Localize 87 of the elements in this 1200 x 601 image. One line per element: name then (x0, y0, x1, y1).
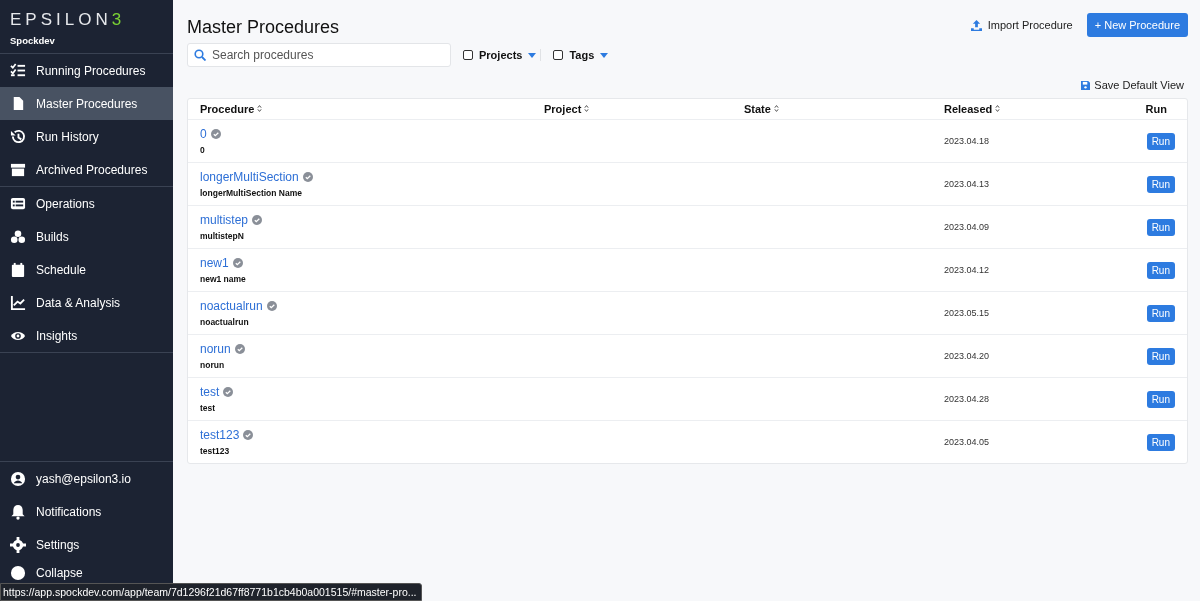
checkbox[interactable] (553, 50, 564, 60)
column-header[interactable]: Project (544, 103, 744, 115)
nav-item[interactable]: Schedule (0, 253, 173, 286)
caret-icon (528, 52, 537, 58)
filter-dropdown[interactable]: Projects (459, 49, 542, 61)
url-tooltip: https://app.spockdev.com/app/team/7d1296f21d67ff8771b1cb4b0a001515/#master-pro... (0, 583, 422, 601)
column-header[interactable]: Procedure (200, 103, 544, 115)
release-date: 2023.04.12 (944, 265, 991, 275)
column-header[interactable]: Released (944, 103, 1144, 115)
nav-item[interactable]: Operations (0, 187, 173, 220)
nav-item[interactable]: Settings (0, 528, 173, 561)
release-date: 2023.05.15 (944, 308, 991, 318)
cubes-icon (10, 228, 26, 245)
release-date: 2023.04.20 (944, 351, 991, 361)
save-view-button[interactable]: Save Default View (1077, 75, 1188, 95)
procedure-link[interactable]: test (200, 385, 220, 399)
workspace-name: Spockdev (10, 35, 55, 46)
release-date: 2023.04.09 (944, 222, 991, 232)
column-header[interactable]: State (744, 103, 944, 115)
filter-label: Projects (479, 49, 523, 61)
checklist-icon (10, 62, 26, 79)
run-button[interactable]: Run (1146, 175, 1175, 193)
procedure-link[interactable]: 0 (200, 127, 207, 141)
nav-item[interactable]: Builds (0, 220, 173, 253)
check-circle-icon (210, 129, 221, 139)
nav-item[interactable]: Notifications (0, 495, 173, 528)
check-circle-icon (252, 215, 263, 225)
check-circle-icon (243, 430, 254, 440)
caret-icon (600, 52, 609, 58)
nav-item[interactable]: Data & Analysis (0, 286, 173, 319)
history-icon (10, 128, 26, 145)
nav-item[interactable]: Archived Procedures (0, 153, 173, 186)
archive-icon (10, 161, 26, 178)
procedure-subtitle: test (200, 403, 216, 413)
procedure-subtitle: norun (200, 360, 225, 370)
procedure-subtitle: new1 name (200, 274, 246, 284)
search-field[interactable]: Search procedures (212, 48, 444, 62)
procedure-link[interactable]: norun (200, 342, 231, 356)
check-circle-icon (266, 301, 277, 311)
run-button[interactable]: Run (1146, 347, 1175, 365)
release-date: 2023.04.18 (944, 136, 991, 146)
run-button[interactable]: Run (1146, 218, 1175, 236)
nav-item[interactable]: Run History (0, 120, 173, 153)
list-icon (10, 195, 26, 212)
procedure-subtitle: 0 (200, 145, 205, 155)
calendar-icon (10, 261, 26, 278)
procedure-link[interactable]: noactualrun (200, 299, 263, 313)
run-button[interactable]: Run (1146, 304, 1175, 322)
release-date: 2023.04.13 (944, 179, 991, 189)
nav-item[interactable]: Insights (0, 319, 173, 352)
nav-item[interactable]: Running Procedures (0, 54, 173, 87)
circle-icon (10, 565, 26, 581)
upload-icon (970, 19, 982, 31)
procedure-subtitle: noactualrun (200, 317, 249, 327)
page-title: Master Procedures (187, 17, 340, 38)
user-icon (10, 470, 26, 487)
run-button[interactable]: Run (1146, 433, 1175, 451)
run-button[interactable]: Run (1146, 132, 1175, 150)
check-circle-icon (234, 344, 245, 354)
release-date: 2023.04.05 (944, 437, 991, 447)
search-box[interactable]: Search procedures (187, 43, 451, 67)
procedure-subtitle: test123 (200, 446, 230, 456)
nav-item[interactable]: Collapse (0, 561, 173, 585)
procedure-subtitle: longerMultiSection Name (200, 188, 302, 198)
bell-icon (10, 503, 26, 520)
new-procedure-button[interactable]: + New Procedure (1086, 13, 1188, 37)
procedure-link[interactable]: longerMultiSection (200, 170, 299, 184)
nav-item[interactable]: yash@epsilon3.io (0, 462, 173, 495)
search-icon (194, 49, 206, 61)
import-button[interactable]: Import Procedure (966, 15, 1077, 35)
procedure-link[interactable]: test123 (200, 428, 240, 442)
check-circle-icon (232, 258, 243, 268)
filter-label: Tags (569, 49, 595, 61)
checkbox[interactable] (463, 50, 473, 60)
check-circle-icon (302, 172, 313, 182)
column-header: Run (1145, 103, 1167, 115)
check-circle-icon (223, 387, 234, 397)
settings-icon (10, 536, 26, 553)
release-date: 2023.04.28 (944, 394, 991, 404)
filter-dropdown[interactable]: Tags (549, 49, 613, 61)
procedure-link[interactable]: new1 (200, 256, 229, 270)
nav-item[interactable]: Master Procedures (0, 87, 173, 120)
procedure-subtitle: multistepN (200, 231, 244, 241)
run-button[interactable]: Run (1146, 261, 1175, 279)
procedure-link[interactable]: multistep (200, 213, 249, 227)
run-button[interactable]: Run (1146, 390, 1175, 408)
line-chart-icon (10, 294, 26, 311)
